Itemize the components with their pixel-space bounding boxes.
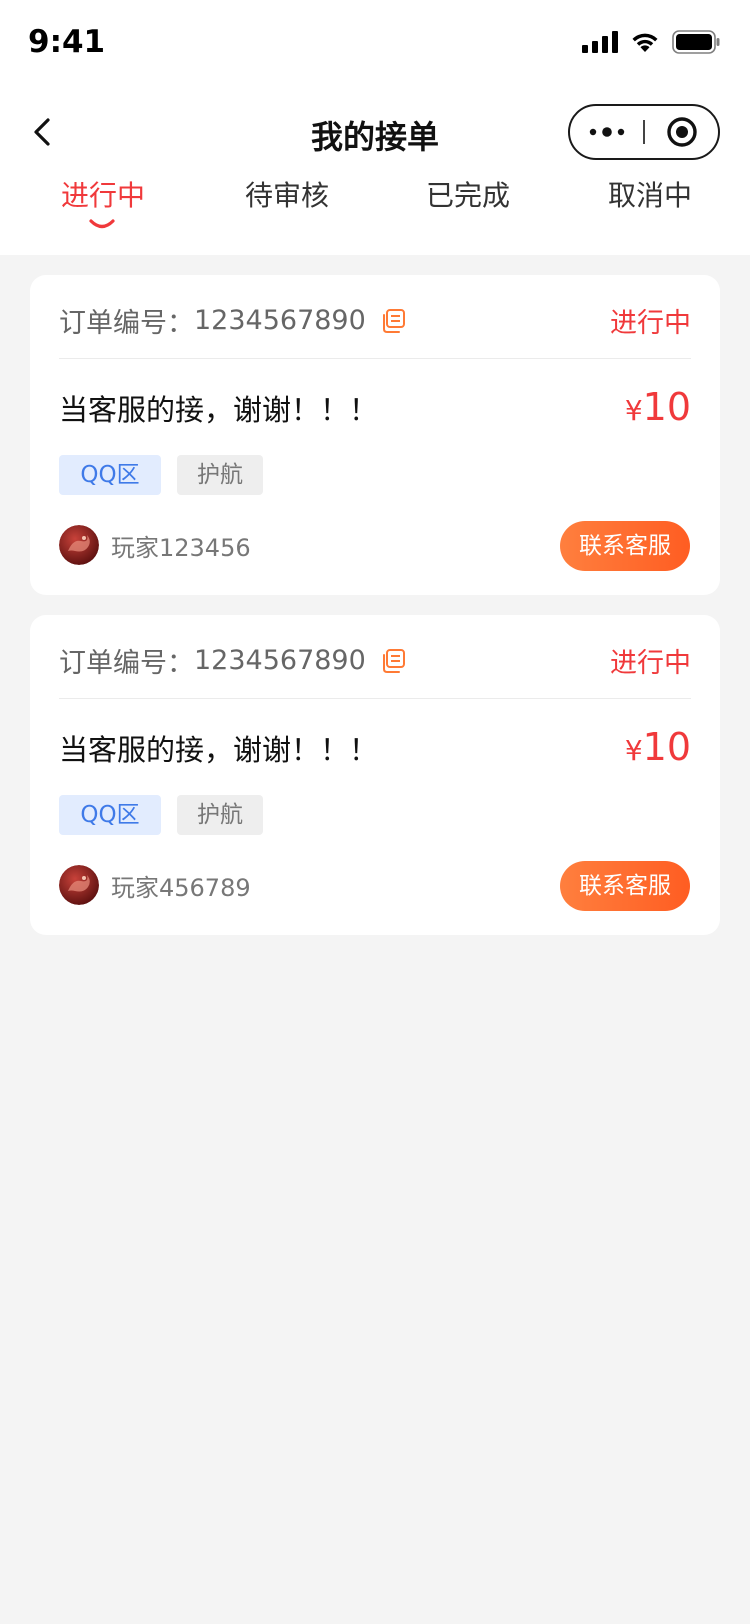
order-header: 订单编号： 1234567890 进行中 bbox=[59, 297, 691, 359]
order-status: 进行中 bbox=[610, 648, 691, 679]
tag-region: QQ区 bbox=[59, 795, 161, 835]
price-currency: ¥ bbox=[624, 394, 643, 427]
order-number-value: 1234567890 bbox=[194, 305, 366, 336]
mini-program-capsule bbox=[568, 104, 720, 160]
player-info: 玩家456789 bbox=[59, 865, 251, 905]
contact-service-button[interactable]: 联系客服 bbox=[560, 861, 690, 911]
player-name: 玩家123456 bbox=[111, 533, 251, 562]
copy-icon[interactable] bbox=[380, 308, 406, 334]
tab-active-indicator bbox=[89, 219, 115, 229]
tag-region: QQ区 bbox=[59, 455, 161, 495]
status-bar: 9:41 bbox=[0, 0, 750, 88]
status-time: 9:41 bbox=[28, 24, 106, 60]
header-area: 9:41 我的接单 进行中 待审核 已完成 取消中 bbox=[0, 0, 750, 255]
order-title: 当客服的接，谢谢！！！ bbox=[59, 393, 379, 427]
order-price: ¥10 bbox=[625, 725, 691, 769]
avatar bbox=[59, 525, 99, 565]
order-card[interactable]: 订单编号： 1234567890 进行中 当客服的接，谢谢！！！ ¥10 QQ区… bbox=[30, 615, 720, 935]
nav-bar: 我的接单 bbox=[0, 96, 750, 168]
order-number-label: 订单编号： bbox=[59, 648, 194, 679]
copy-icon[interactable] bbox=[380, 648, 406, 674]
contact-service-button[interactable]: 联系客服 bbox=[560, 521, 690, 571]
tab-pending-review[interactable]: 待审核 bbox=[217, 174, 357, 214]
order-header: 订单编号： 1234567890 进行中 bbox=[59, 637, 691, 699]
order-tags: QQ区 护航 bbox=[59, 795, 263, 835]
battery-icon bbox=[672, 30, 720, 54]
more-button[interactable] bbox=[570, 106, 643, 158]
close-program-button[interactable] bbox=[645, 106, 718, 158]
tag-service: 护航 bbox=[177, 455, 263, 495]
order-number-value: 1234567890 bbox=[194, 645, 366, 676]
player-info: 玩家123456 bbox=[59, 525, 251, 565]
order-number: 订单编号： 1234567890 bbox=[59, 641, 406, 680]
player-name: 玩家456789 bbox=[111, 873, 251, 902]
target-icon bbox=[666, 117, 697, 147]
price-value: 10 bbox=[642, 385, 691, 429]
avatar bbox=[59, 865, 99, 905]
order-price: ¥10 bbox=[625, 385, 691, 429]
order-status: 进行中 bbox=[610, 308, 691, 339]
tab-cancelling[interactable]: 取消中 bbox=[580, 174, 720, 214]
tab-completed[interactable]: 已完成 bbox=[398, 174, 538, 214]
wifi-icon bbox=[632, 33, 658, 52]
tab-in-progress[interactable]: 进行中 bbox=[33, 174, 173, 214]
tag-service: 护航 bbox=[177, 795, 263, 835]
price-value: 10 bbox=[642, 725, 691, 769]
tab-bar: 进行中 待审核 已完成 取消中 bbox=[0, 174, 750, 244]
more-dots-icon bbox=[589, 127, 624, 137]
order-number: 订单编号： 1234567890 bbox=[59, 301, 406, 340]
order-list: 订单编号： 1234567890 进行中 当客服的接，谢谢！！！ ¥10 QQ区… bbox=[0, 255, 750, 935]
order-title: 当客服的接，谢谢！！！ bbox=[59, 733, 379, 767]
price-currency: ¥ bbox=[624, 734, 643, 767]
order-card[interactable]: 订单编号： 1234567890 进行中 当客服的接，谢谢！！！ ¥10 QQ区… bbox=[30, 275, 720, 595]
cellular-signal-icon bbox=[582, 31, 618, 53]
order-tags: QQ区 护航 bbox=[59, 455, 263, 495]
order-number-label: 订单编号： bbox=[59, 308, 194, 339]
status-icons bbox=[582, 30, 720, 54]
